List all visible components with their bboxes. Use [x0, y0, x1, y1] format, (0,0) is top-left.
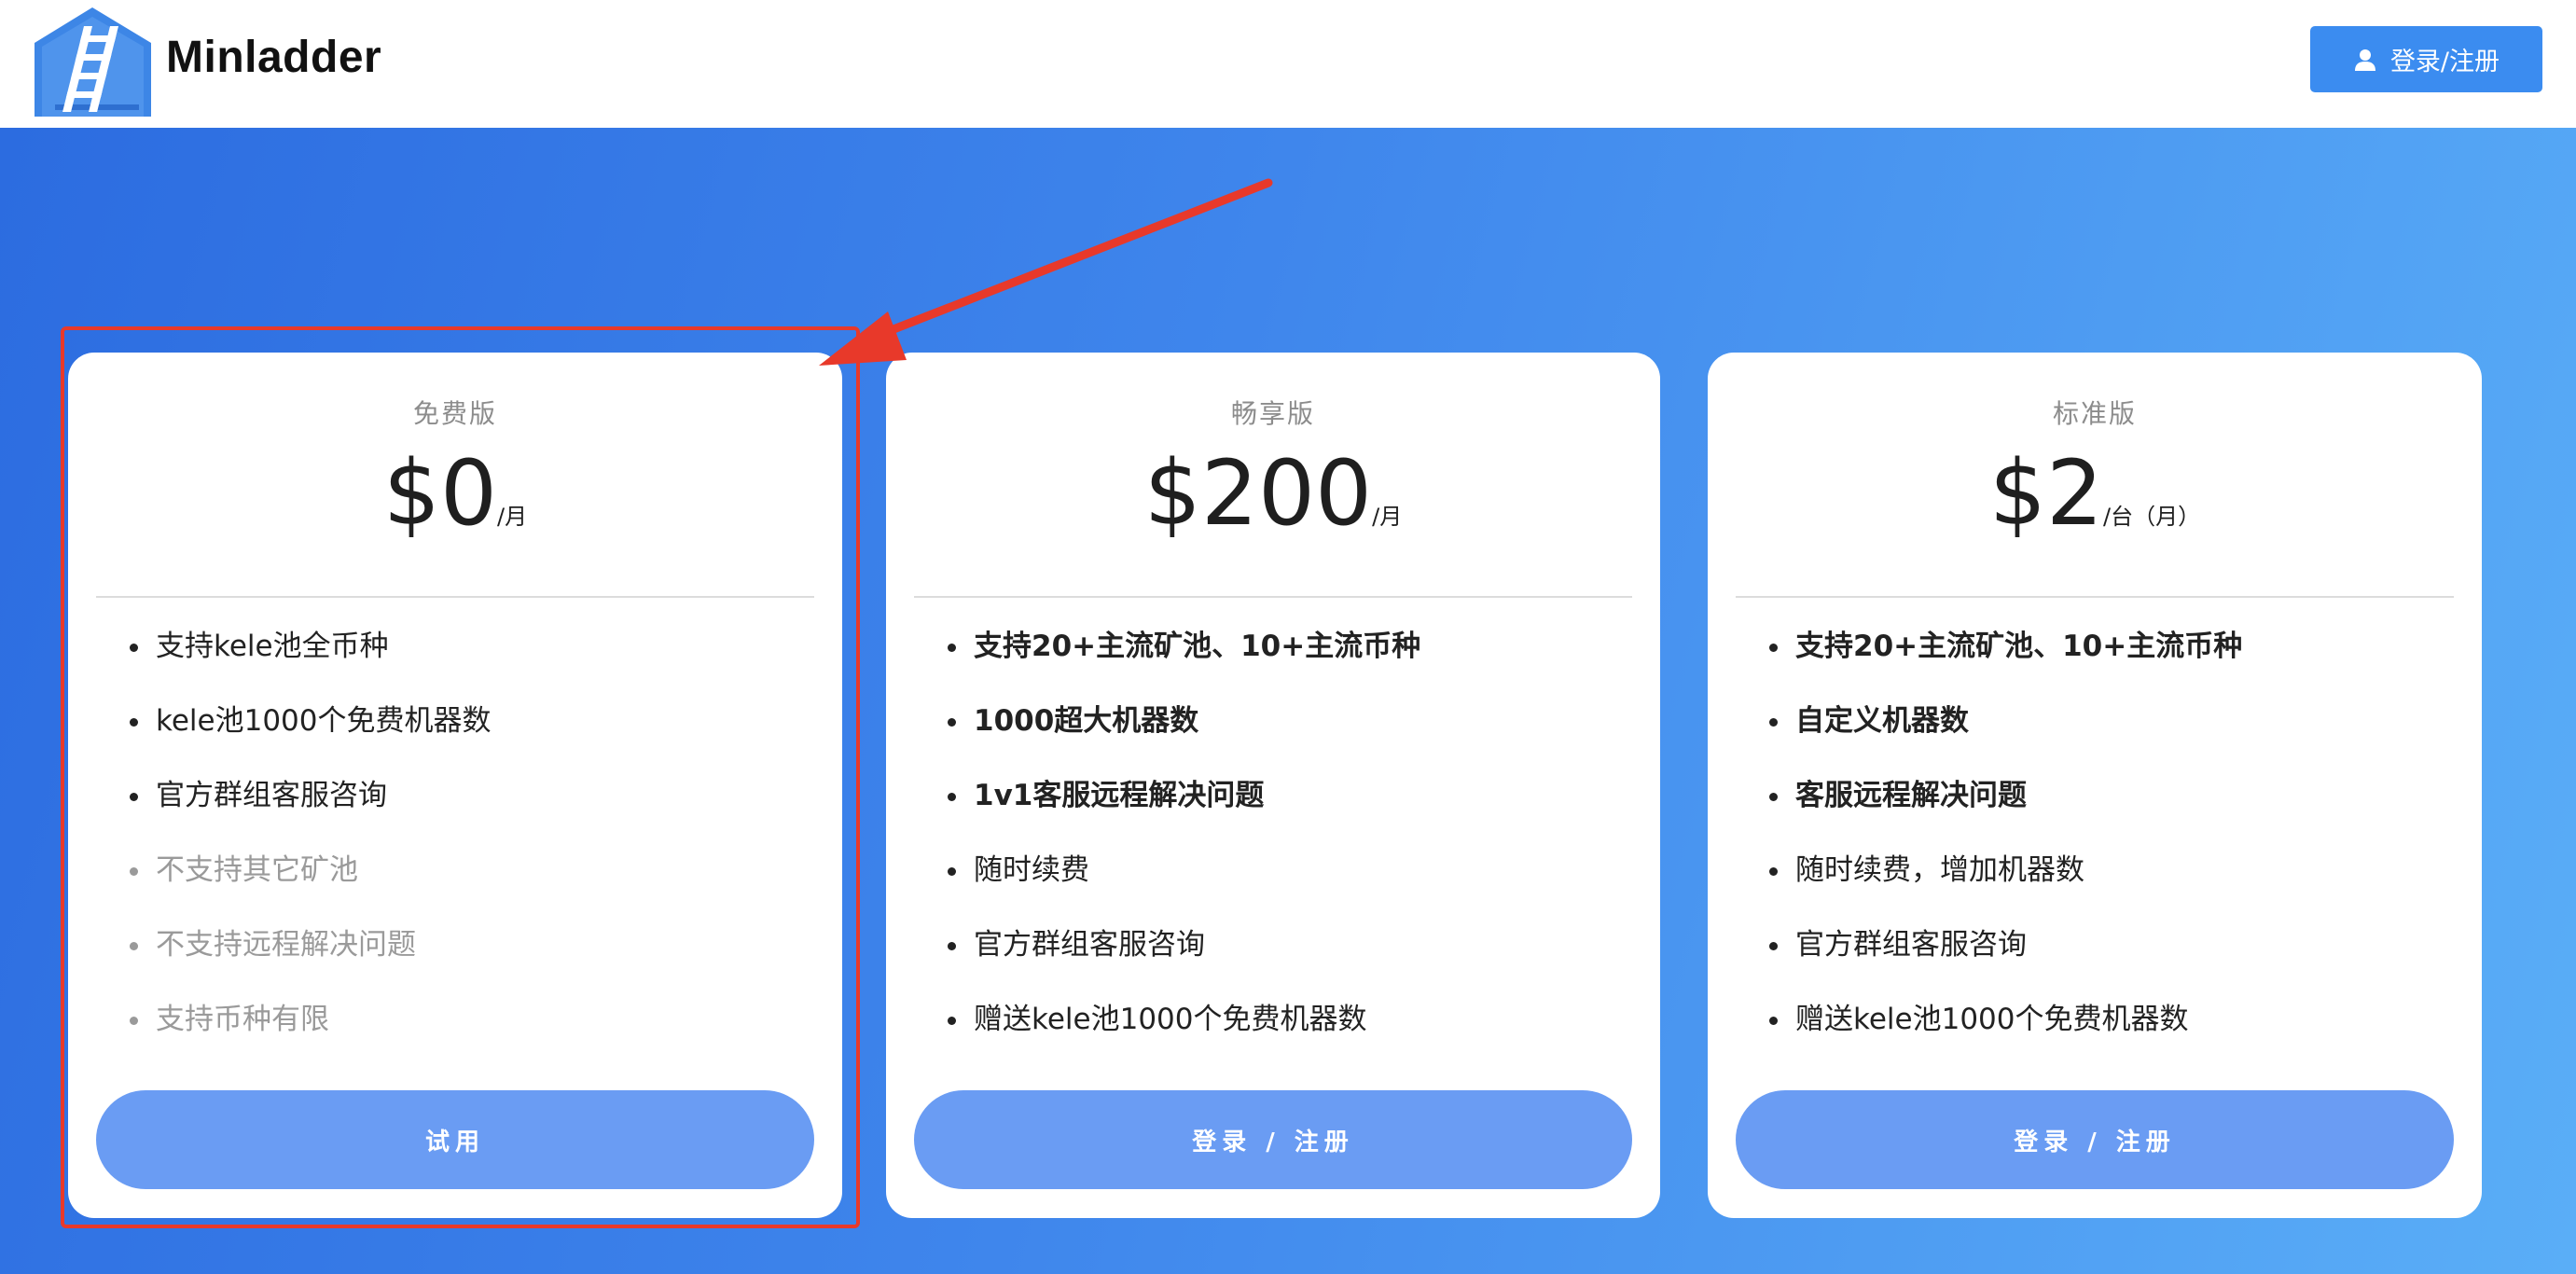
plan-card-standard: 标准版 $2/台（月） 支持20+主流矿池、10+主流币种 自定义机器数 客服远… — [1708, 353, 2482, 1218]
feature-item: 支持kele池全币种 — [124, 628, 796, 702]
feature-item: 官方群组客服咨询 — [942, 926, 1613, 1001]
plan-name: 畅享版 — [1230, 398, 1315, 429]
try-button[interactable]: 试用 — [96, 1090, 814, 1189]
top-header: Minladder 登录/注册 — [0, 0, 2576, 128]
feature-item: 官方群组客服咨询 — [1764, 926, 2435, 1001]
brand-name: Minladder — [166, 33, 382, 82]
feature-item: 赠送kele池1000个免费机器数 — [1764, 1001, 2435, 1075]
feature-item-unsupported: 支持币种有限 — [124, 1001, 796, 1075]
feature-item: 支持20+主流矿池、10+主流币种 — [942, 628, 1613, 702]
feature-list: 支持20+主流矿池、10+主流币种 1000超大机器数 1v1客服远程解决问题 … — [942, 628, 1613, 1075]
plan-name: 标准版 — [2052, 398, 2137, 429]
feature-list: 支持kele池全币种 kele池1000个免费机器数 官方群组客服咨询 不支持其… — [124, 628, 796, 1075]
price-row: $200/月 — [886, 442, 1660, 545]
login-register-plan-button[interactable]: 登录 / 注册 — [914, 1090, 1632, 1189]
feature-list: 支持20+主流矿池、10+主流币种 自定义机器数 客服远程解决问题 随时续费，增… — [1764, 628, 2435, 1075]
divider — [96, 596, 814, 598]
plan-card-premium: 畅享版 $200/月 支持20+主流矿池、10+主流币种 1000超大机器数 1… — [886, 353, 1660, 1218]
login-register-plan-button[interactable]: 登录 / 注册 — [1736, 1090, 2454, 1189]
plan-unit: /月 — [497, 504, 528, 530]
feature-item: 1000超大机器数 — [942, 702, 1613, 777]
feature-item: 随时续费，增加机器数 — [1764, 852, 2435, 926]
feature-item: kele池1000个免费机器数 — [124, 702, 796, 777]
plan-name: 免费版 — [412, 398, 497, 429]
plan-unit: /台（月） — [2103, 504, 2201, 530]
divider — [1736, 596, 2454, 598]
feature-item-unsupported: 不支持其它矿池 — [124, 852, 796, 926]
login-register-button[interactable]: 登录/注册 — [2310, 26, 2542, 92]
plan-unit: /月 — [1372, 504, 1403, 530]
price-row: $2/台（月） — [1708, 442, 2482, 545]
feature-item: 赠送kele池1000个免费机器数 — [942, 1001, 1613, 1075]
user-icon — [2353, 48, 2377, 72]
feature-item: 官方群组客服咨询 — [124, 777, 796, 852]
feature-item: 随时续费 — [942, 852, 1613, 926]
feature-item-unsupported: 不支持远程解决问题 — [124, 926, 796, 1001]
plan-price: $0 — [382, 441, 498, 546]
feature-item: 1v1客服远程解决问题 — [942, 777, 1613, 852]
price-row: $0/月 — [68, 442, 842, 545]
feature-item: 支持20+主流矿池、10+主流币种 — [1764, 628, 2435, 702]
divider — [914, 596, 1632, 598]
plan-card-free: 免费版 $0/月 支持kele池全币种 kele池1000个免费机器数 官方群组… — [68, 353, 842, 1218]
feature-item: 自定义机器数 — [1764, 702, 2435, 777]
plan-price: $2 — [1988, 441, 2104, 546]
logo[interactable] — [35, 7, 151, 117]
feature-item: 客服远程解决问题 — [1764, 777, 2435, 852]
ladder-logo-icon — [35, 7, 151, 117]
login-register-label: 登录/注册 — [2389, 48, 2500, 76]
plan-price: $200 — [1143, 441, 1373, 546]
